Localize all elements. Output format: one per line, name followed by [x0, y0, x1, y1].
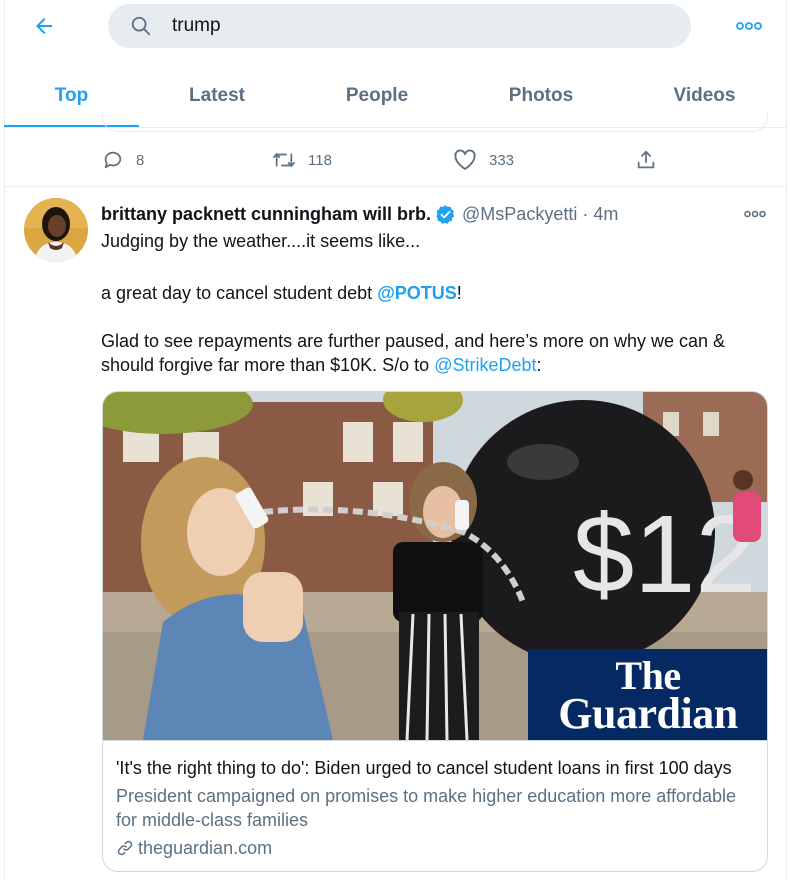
frame-border-left — [4, 0, 5, 880]
card-title: 'It's the right thing to do': Biden urge… — [116, 758, 732, 778]
tweet-text-segment: : — [536, 355, 542, 375]
tweet-text-line-1: Judging by the weather....it seems like.… — [101, 231, 421, 251]
mention-strikedebt-link[interactable]: @StrikeDebt — [434, 355, 536, 375]
ball-text: $12 — [573, 493, 757, 616]
search-header — [0, 0, 790, 56]
tweet-text-segment: Glad to see repayments are further pause… — [101, 331, 726, 375]
tweet-text-line-3: Glad to see repayments are further pause… — [101, 329, 771, 377]
more-horizontal-icon — [736, 22, 762, 30]
search-input[interactable] — [172, 10, 672, 42]
reply-button[interactable]: 8 — [102, 146, 144, 174]
retweet-button[interactable]: 118 — [272, 146, 332, 174]
card-description: President campaigned on promises to make… — [116, 786, 737, 830]
tweet-header: brittany packnett cunningham will brb. @… — [101, 200, 618, 228]
avatar[interactable] — [24, 198, 88, 262]
tweet-text-segment: ! — [456, 283, 462, 303]
arrow-left-icon — [36, 18, 52, 34]
back-button[interactable] — [24, 6, 64, 46]
like-button[interactable]: 333 — [453, 146, 514, 174]
verified-badge-icon — [436, 204, 455, 224]
timestamp[interactable]: 4m — [593, 204, 618, 225]
reply-icon — [104, 151, 122, 169]
guardian-logo: The Guardian — [528, 649, 767, 740]
tweet-divider — [4, 186, 786, 187]
share-button[interactable] — [635, 146, 657, 174]
like-count: 333 — [489, 151, 515, 169]
search-icon — [131, 16, 151, 36]
card-domain: theguardian.com — [116, 836, 272, 860]
tweet-text-line-2: a great day to cancel student debt @POTU… — [101, 281, 771, 305]
more-horizontal-icon — [744, 210, 766, 218]
reply-count: 8 — [136, 151, 145, 169]
separator-dot: · — [582, 203, 589, 224]
card-image: $12 The Guardian — [103, 392, 767, 740]
retweet-count: 118 — [308, 151, 332, 169]
display-name[interactable]: brittany packnett cunningham will brb. — [101, 204, 431, 225]
link-preview-card[interactable]: $12 The Guardian 'It's the right thing t… — [102, 391, 768, 872]
handle[interactable]: @MsPackyetti — [462, 204, 577, 225]
card-domain-text: theguardian.com — [138, 837, 273, 858]
link-icon — [117, 840, 133, 856]
search-box[interactable] — [108, 4, 691, 48]
frame-border-right — [786, 0, 787, 880]
card-divider — [103, 740, 767, 741]
heart-icon — [454, 149, 476, 170]
retweet-icon — [272, 152, 296, 168]
tweet-more-button[interactable] — [740, 204, 770, 224]
mention-potus-link[interactable]: @POTUS — [377, 283, 457, 303]
more-options-button[interactable] — [727, 10, 771, 42]
share-icon — [637, 150, 655, 169]
guardian-logo-line-2: Guardian — [558, 688, 738, 738]
previous-tweet-card-edge[interactable] — [102, 112, 768, 132]
tweet-text-segment: a great day to cancel student debt — [101, 283, 378, 303]
